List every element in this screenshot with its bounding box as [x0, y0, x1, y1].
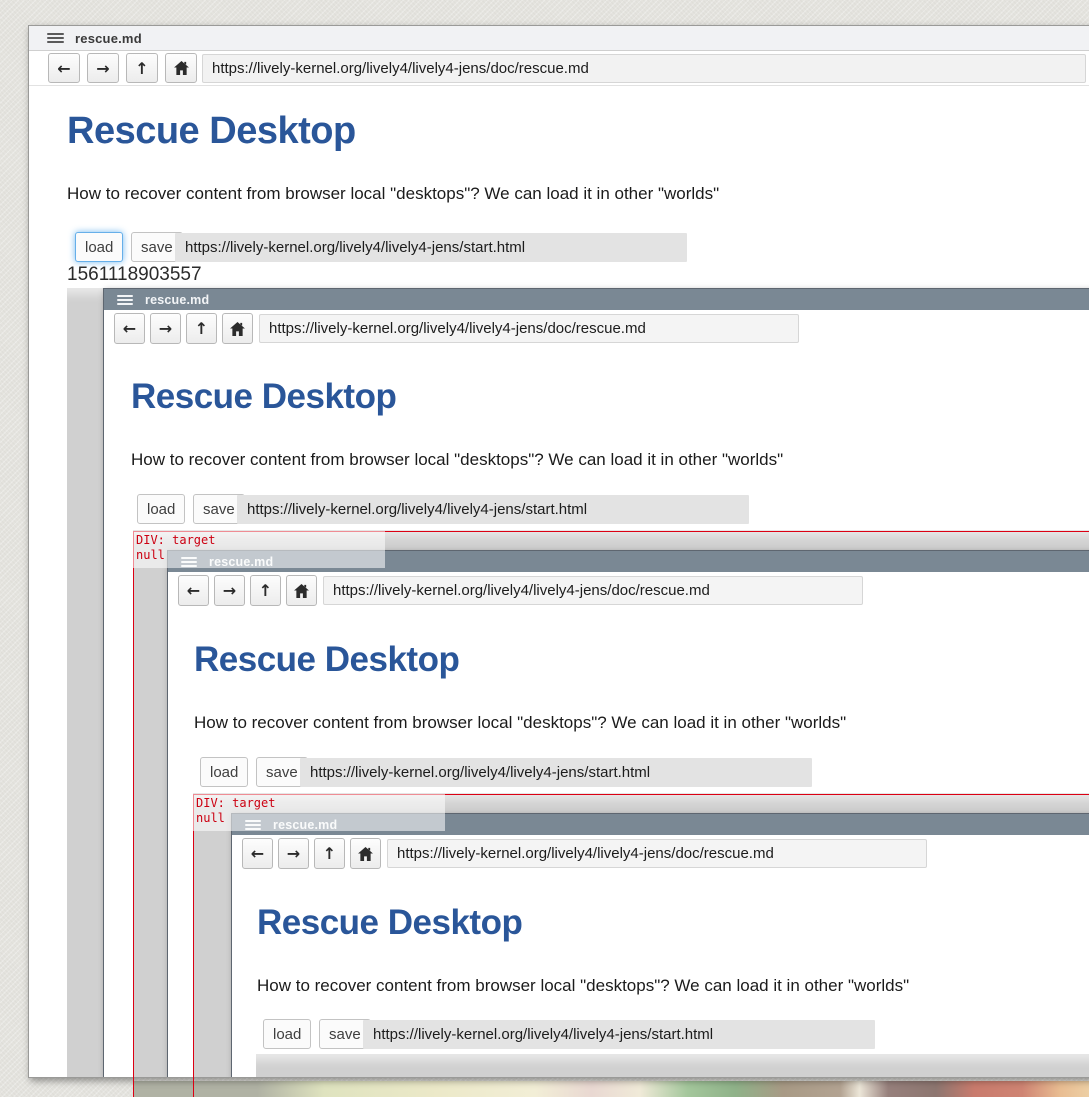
- wallpaper-candy-strip: [133, 1081, 1089, 1097]
- load-button[interactable]: load: [200, 757, 248, 787]
- page-title: Rescue Desktop: [131, 377, 396, 417]
- start-url-input[interactable]: [175, 233, 687, 262]
- menu-icon[interactable]: [181, 555, 197, 569]
- url-input[interactable]: [387, 839, 927, 868]
- nav-toolbar: ← → ↑: [232, 835, 1089, 871]
- nav-toolbar: ← → ↑: [104, 310, 1089, 346]
- window-title: rescue.md: [273, 818, 337, 832]
- home-icon: [358, 847, 373, 861]
- home-button[interactable]: [165, 53, 197, 83]
- load-button[interactable]: load: [137, 494, 185, 524]
- url-input[interactable]: [202, 54, 1086, 83]
- intro-paragraph: How to recover content from browser loca…: [131, 450, 783, 470]
- home-button[interactable]: [350, 838, 381, 869]
- back-button[interactable]: ←: [48, 53, 80, 83]
- start-url-input[interactable]: [237, 495, 749, 524]
- window-level-1: rescue.md ← → ↑ Rescue Desktop How to re…: [103, 288, 1089, 1078]
- up-button[interactable]: ↑: [314, 838, 345, 869]
- forward-button[interactable]: →: [150, 313, 181, 344]
- forward-button[interactable]: →: [87, 53, 119, 83]
- home-button[interactable]: [286, 575, 317, 606]
- start-url-input[interactable]: [300, 758, 812, 787]
- menu-icon[interactable]: [245, 818, 261, 832]
- page-title: Rescue Desktop: [67, 110, 356, 153]
- forward-button[interactable]: →: [278, 838, 309, 869]
- up-button[interactable]: ↑: [250, 575, 281, 606]
- nav-toolbar: ← → ↑: [168, 572, 1089, 608]
- nav-toolbar: ← → ↑: [29, 51, 1089, 86]
- timestamp: 1561118903557: [67, 264, 202, 286]
- url-input[interactable]: [259, 314, 799, 343]
- load-button[interactable]: load: [75, 232, 123, 262]
- back-button[interactable]: ←: [178, 575, 209, 606]
- intro-paragraph: How to recover content from browser loca…: [67, 184, 719, 204]
- url-input[interactable]: [323, 576, 863, 605]
- window-title: rescue.md: [209, 555, 273, 569]
- back-button[interactable]: ←: [242, 838, 273, 869]
- window-level-2: rescue.md ← → ↑ Rescue Desktop How to re…: [167, 550, 1089, 1078]
- load-button[interactable]: load: [263, 1019, 311, 1049]
- menu-icon[interactable]: [117, 293, 133, 307]
- back-button[interactable]: ←: [114, 313, 145, 344]
- intro-paragraph: How to recover content from browser loca…: [257, 976, 909, 996]
- window-level-3: rescue.md ← → ↑ Rescue Desktop How to re…: [231, 813, 1089, 1078]
- page-title: Rescue Desktop: [257, 903, 522, 943]
- intro-paragraph: How to recover content from browser loca…: [194, 713, 846, 733]
- window-level-0: rescue.md ← → ↑ Rescue Desktop How to re…: [28, 25, 1089, 1078]
- home-button[interactable]: [222, 313, 253, 344]
- menu-icon[interactable]: [47, 31, 64, 45]
- up-button[interactable]: ↑: [186, 313, 217, 344]
- page-title: Rescue Desktop: [194, 640, 459, 680]
- up-button[interactable]: ↑: [126, 53, 158, 83]
- window-titlebar[interactable]: rescue.md: [232, 814, 1089, 835]
- forward-button[interactable]: →: [214, 575, 245, 606]
- window-titlebar[interactable]: rescue.md: [29, 26, 1089, 51]
- window-title: rescue.md: [145, 293, 209, 307]
- desktop-container: [256, 1054, 1089, 1078]
- window-titlebar[interactable]: rescue.md: [104, 289, 1089, 310]
- home-icon: [174, 61, 189, 75]
- home-icon: [230, 322, 245, 336]
- start-url-input[interactable]: [363, 1020, 875, 1049]
- home-icon: [294, 584, 309, 598]
- window-title: rescue.md: [75, 31, 142, 46]
- window-titlebar[interactable]: rescue.md: [168, 551, 1089, 572]
